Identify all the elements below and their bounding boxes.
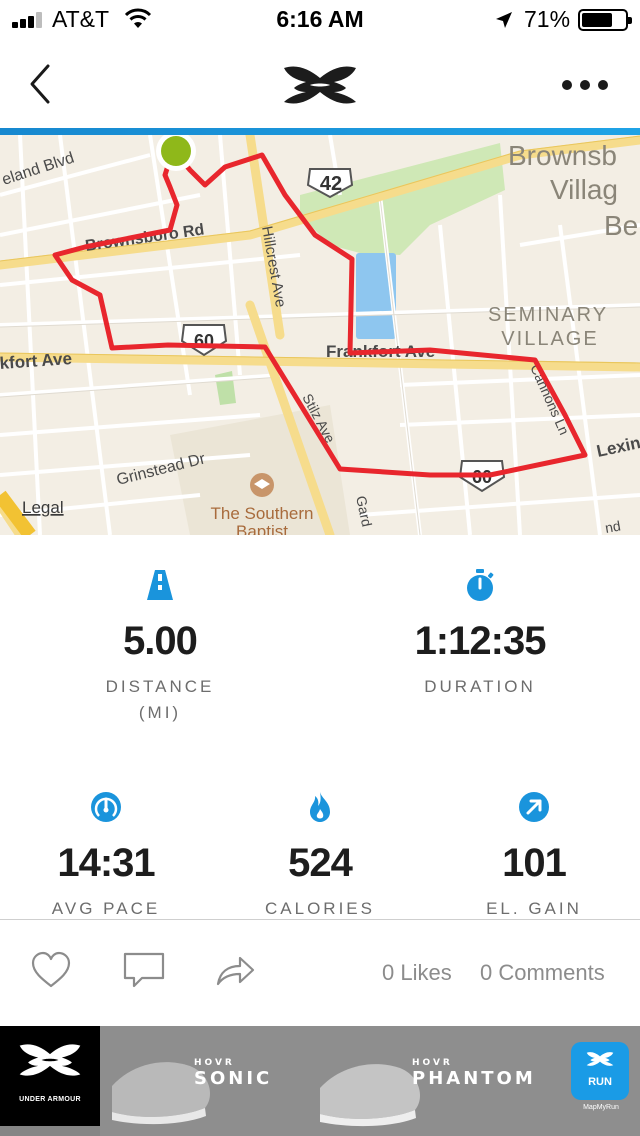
duration-value: 1:12:35 — [414, 619, 547, 663]
ad-banner[interactable]: UNDER ARMOUR HOVR SONIC HOVR PHANTOM RUN… — [0, 1026, 640, 1136]
label-brownsboro-village-1: Brownsb — [508, 140, 617, 171]
mapmyrun-label: MapMyRun — [583, 1104, 619, 1111]
location-arrow-icon — [496, 12, 512, 28]
stat-calories: 524 CALORIES — [230, 790, 410, 919]
calories-value: 524 — [288, 841, 353, 885]
status-bar: AT&T 6:16 AM 71% — [0, 0, 640, 40]
stat-avg-pace: 14:31 AVG PACE — [16, 790, 196, 919]
arrow-up-right-icon — [519, 792, 549, 822]
ad-brand-name: UNDER ARMOUR — [19, 1096, 81, 1103]
ad-product-1-name: SONIC — [194, 1068, 273, 1089]
comments-count[interactable]: 0 Comments — [480, 960, 605, 986]
calories-label: CALORIES — [265, 899, 375, 918]
road-icon — [147, 570, 173, 600]
map-canvas: 42 60 60 eland Blvd Brownsboro Rd Hillcr… — [0, 135, 640, 535]
run-app-label: RUN — [588, 1076, 612, 1088]
heart-icon[interactable] — [30, 950, 72, 990]
label-seminary-village-2: VILLAGE — [501, 328, 598, 350]
stopwatch-icon — [467, 569, 494, 601]
map-legal-link[interactable]: Legal — [22, 498, 64, 517]
speedometer-icon — [91, 792, 121, 822]
label-southern-baptist-1: The Southern — [210, 504, 313, 523]
distance-label: DISTANCE — [105, 677, 215, 696]
stat-duration: 1:12:35 DURATION — [380, 568, 580, 697]
battery-percentage: 71% — [524, 6, 571, 32]
el-gain-value: 101 — [502, 841, 567, 885]
likes-count[interactable]: 0 Likes — [382, 960, 452, 986]
share-icon[interactable] — [214, 950, 256, 990]
under-armour-ad-logo — [19, 1044, 81, 1076]
comment-icon[interactable] — [122, 950, 166, 990]
route-map[interactable]: 42 60 60 eland Blvd Brownsboro Rd Hillcr… — [0, 135, 640, 535]
avg-pace-value: 14:31 — [57, 841, 155, 885]
more-options-icon[interactable] — [560, 72, 610, 98]
ad-product-2-name: PHANTOM — [412, 1068, 536, 1089]
ad-product-1-prefix: HOVR — [194, 1058, 235, 1068]
label-southern-baptist-2: Baptist — [236, 522, 288, 535]
social-actions: 0 Likes 0 Comments — [0, 920, 640, 1026]
mapmyrun-app-button[interactable]: RUN — [571, 1042, 629, 1100]
distance-value: 5.00 — [123, 619, 198, 663]
start-marker — [161, 136, 191, 166]
ad-product-1: HOVR SONIC — [194, 1058, 272, 1089]
route-42-label: 42 — [320, 173, 342, 195]
distance-unit: (MI) — [138, 703, 182, 722]
ad-product-2-prefix: HOVR — [412, 1058, 453, 1068]
label-seminary-village-1: SEMINARY — [488, 304, 608, 326]
stat-el-gain: 101 EL. GAIN — [444, 790, 624, 919]
ad-brand-block: UNDER ARMOUR — [0, 1026, 100, 1126]
run-logo-icon — [586, 1052, 614, 1066]
el-gain-label: EL. GAIN — [486, 899, 582, 918]
label-brownsboro-village-2: Villag — [550, 174, 618, 205]
nav-bar — [0, 40, 640, 128]
header-accent-bar — [0, 128, 640, 135]
label-route-nd: nd — [604, 517, 622, 535]
flame-icon — [310, 792, 330, 822]
avg-pace-label: AVG PACE — [51, 899, 161, 918]
stat-distance: 5.00 DISTANCE (MI) — [60, 568, 260, 723]
battery-icon — [578, 9, 632, 31]
label-brownsboro-village-3: Be — [604, 210, 638, 241]
duration-label: DURATION — [424, 677, 536, 696]
back-chevron-icon[interactable] — [26, 62, 56, 106]
ad-product-2: HOVR PHANTOM — [412, 1058, 536, 1089]
under-armour-logo — [284, 66, 356, 104]
